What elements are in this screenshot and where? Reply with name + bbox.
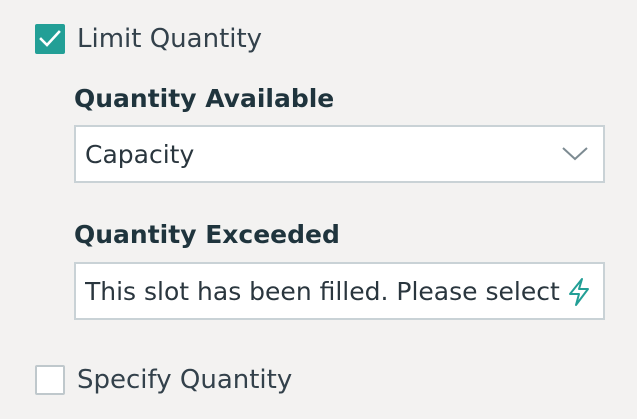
quantity-exceeded-input[interactable]: This slot has been filled. Please select… bbox=[74, 262, 605, 320]
quantity-available-select[interactable]: Capacity bbox=[74, 125, 605, 183]
check-icon bbox=[39, 30, 61, 47]
limit-quantity-checkbox[interactable] bbox=[35, 24, 65, 54]
quantity-exceeded-label: Quantity Exceeded bbox=[74, 220, 340, 249]
specify-quantity-checkbox-row[interactable]: Specify Quantity bbox=[35, 363, 292, 397]
specify-quantity-checkbox[interactable] bbox=[35, 365, 65, 395]
quantity-available-selected-value: Capacity bbox=[85, 139, 195, 169]
lightning-bolt-icon[interactable] bbox=[566, 277, 592, 307]
quantity-available-label: Quantity Available bbox=[74, 84, 335, 113]
limit-quantity-label: Limit Quantity bbox=[77, 24, 263, 54]
quantity-exceeded-input-value: This slot has been filled. Please select… bbox=[85, 276, 561, 306]
limit-quantity-checkbox-row[interactable]: Limit Quantity bbox=[35, 22, 262, 56]
quantity-settings-panel: Limit Quantity Quantity Available Capaci… bbox=[0, 0, 637, 419]
chevron-down-icon bbox=[562, 147, 588, 161]
specify-quantity-label: Specify Quantity bbox=[77, 365, 293, 395]
